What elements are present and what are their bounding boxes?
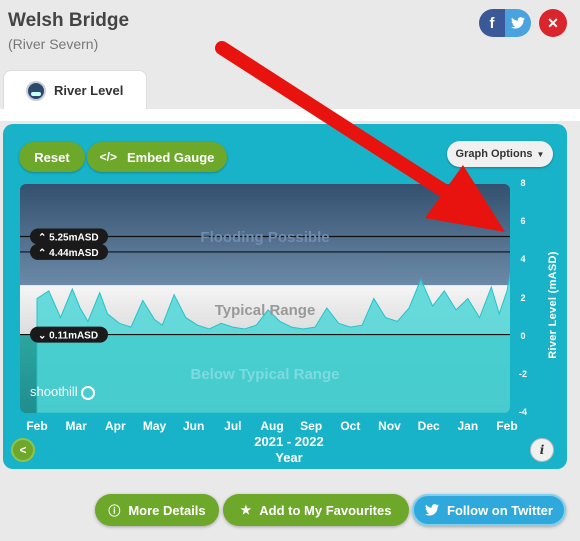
x-tick-label: May <box>142 419 167 433</box>
x-tick-label: Apr <box>104 419 126 433</box>
x-axis-label: Year <box>275 450 303 465</box>
threshold-label-2: ⌄ 0.11mASD <box>38 331 98 342</box>
x-tick-label: Oct <box>340 419 361 433</box>
reset-button[interactable]: Reset <box>19 142 85 172</box>
band-label-2: Below Typical Range <box>191 366 340 383</box>
band-label-0: Flooding Possible <box>200 229 329 246</box>
page-subtitle: (River Severn) <box>8 36 99 52</box>
add-to-favourites-button[interactable]: ★ Add to My Favourites <box>223 494 409 526</box>
follow-on-twitter-button[interactable]: Follow on Twitter <box>412 494 566 526</box>
graph-options-dropdown[interactable]: Graph Options ▼ <box>447 141 553 167</box>
y-tick-label: 6 <box>520 216 526 227</box>
y-tick-label: -2 <box>518 368 527 379</box>
twitter-icon <box>511 17 525 29</box>
more-details-button[interactable]: ⓘ More Details <box>95 494 219 526</box>
x-tick-label: Dec <box>417 419 440 433</box>
x-tick-label: Jun <box>182 419 205 433</box>
embed-gauge-label: Embed Gauge <box>126 149 215 165</box>
star-icon: ★ <box>240 503 252 517</box>
tab-river-level[interactable]: River Level <box>3 70 147 110</box>
info-circle-icon: ⓘ <box>108 503 121 518</box>
info-button[interactable]: i <box>530 438 554 462</box>
close-button[interactable]: ✕ <box>539 9 567 37</box>
x-tick-label: Mar <box>65 419 87 433</box>
threshold-label-1: ⌃ 4.44mASD <box>38 248 99 259</box>
page-title: Welsh Bridge <box>8 10 130 31</box>
facebook-icon: f <box>489 14 495 32</box>
twitter-share-button[interactable] <box>505 9 531 37</box>
y-tick-label: 0 <box>520 330 526 341</box>
y-tick-label: 2 <box>520 292 526 303</box>
twitter-icon <box>425 504 440 516</box>
code-icon: </> <box>99 150 117 164</box>
x-axis-range: 2021 - 2022 <box>254 434 324 449</box>
threshold-label-0: ⌃ 5.25mASD <box>38 232 99 243</box>
back-button[interactable]: < <box>11 438 35 462</box>
band-label-1: Typical Range <box>215 302 316 319</box>
x-tick-label: Nov <box>378 419 401 433</box>
twitter-follow-label: Follow on Twitter <box>447 502 553 518</box>
x-tick-label: Feb <box>26 419 48 433</box>
gauge-panel: Reset </> Embed Gauge Graph Options ▼ ⌃ … <box>3 124 567 469</box>
more-details-label: More Details <box>128 502 206 518</box>
y-tick-label: 8 <box>520 178 526 188</box>
tab-content-strip <box>0 109 580 121</box>
y-tick-label: -4 <box>518 407 527 417</box>
embed-gauge-button[interactable]: </> Embed Gauge <box>87 142 227 172</box>
facebook-share-button[interactable]: f <box>479 9 505 37</box>
caret-down-icon: ▼ <box>536 149 545 159</box>
x-tick-label: Jul <box>224 419 242 433</box>
share-buttons: f <box>479 9 531 37</box>
river-level-icon <box>26 80 46 101</box>
y-tick-label: 4 <box>520 254 526 265</box>
x-tick-label: Jan <box>457 419 479 433</box>
x-tick-label: Aug <box>260 419 284 433</box>
tab-label: River Level <box>54 83 124 98</box>
river-level-chart[interactable]: ⌃ 5.25mASD ⌃ 4.44mASD ⌄ 0.11mASD Flooding … <box>20 184 510 413</box>
x-tick-label: Feb <box>496 419 518 433</box>
x-tick-label: Sep <box>300 419 323 433</box>
graph-options-label: Graph Options <box>455 148 533 160</box>
shoothill-logo: shoothill <box>30 384 96 400</box>
favourites-label: Add to My Favourites <box>259 502 392 518</box>
chart-svg: ⌃ 5.25mASD ⌃ 4.44mASD ⌄ 0.11mASD Flooding … <box>20 184 510 413</box>
